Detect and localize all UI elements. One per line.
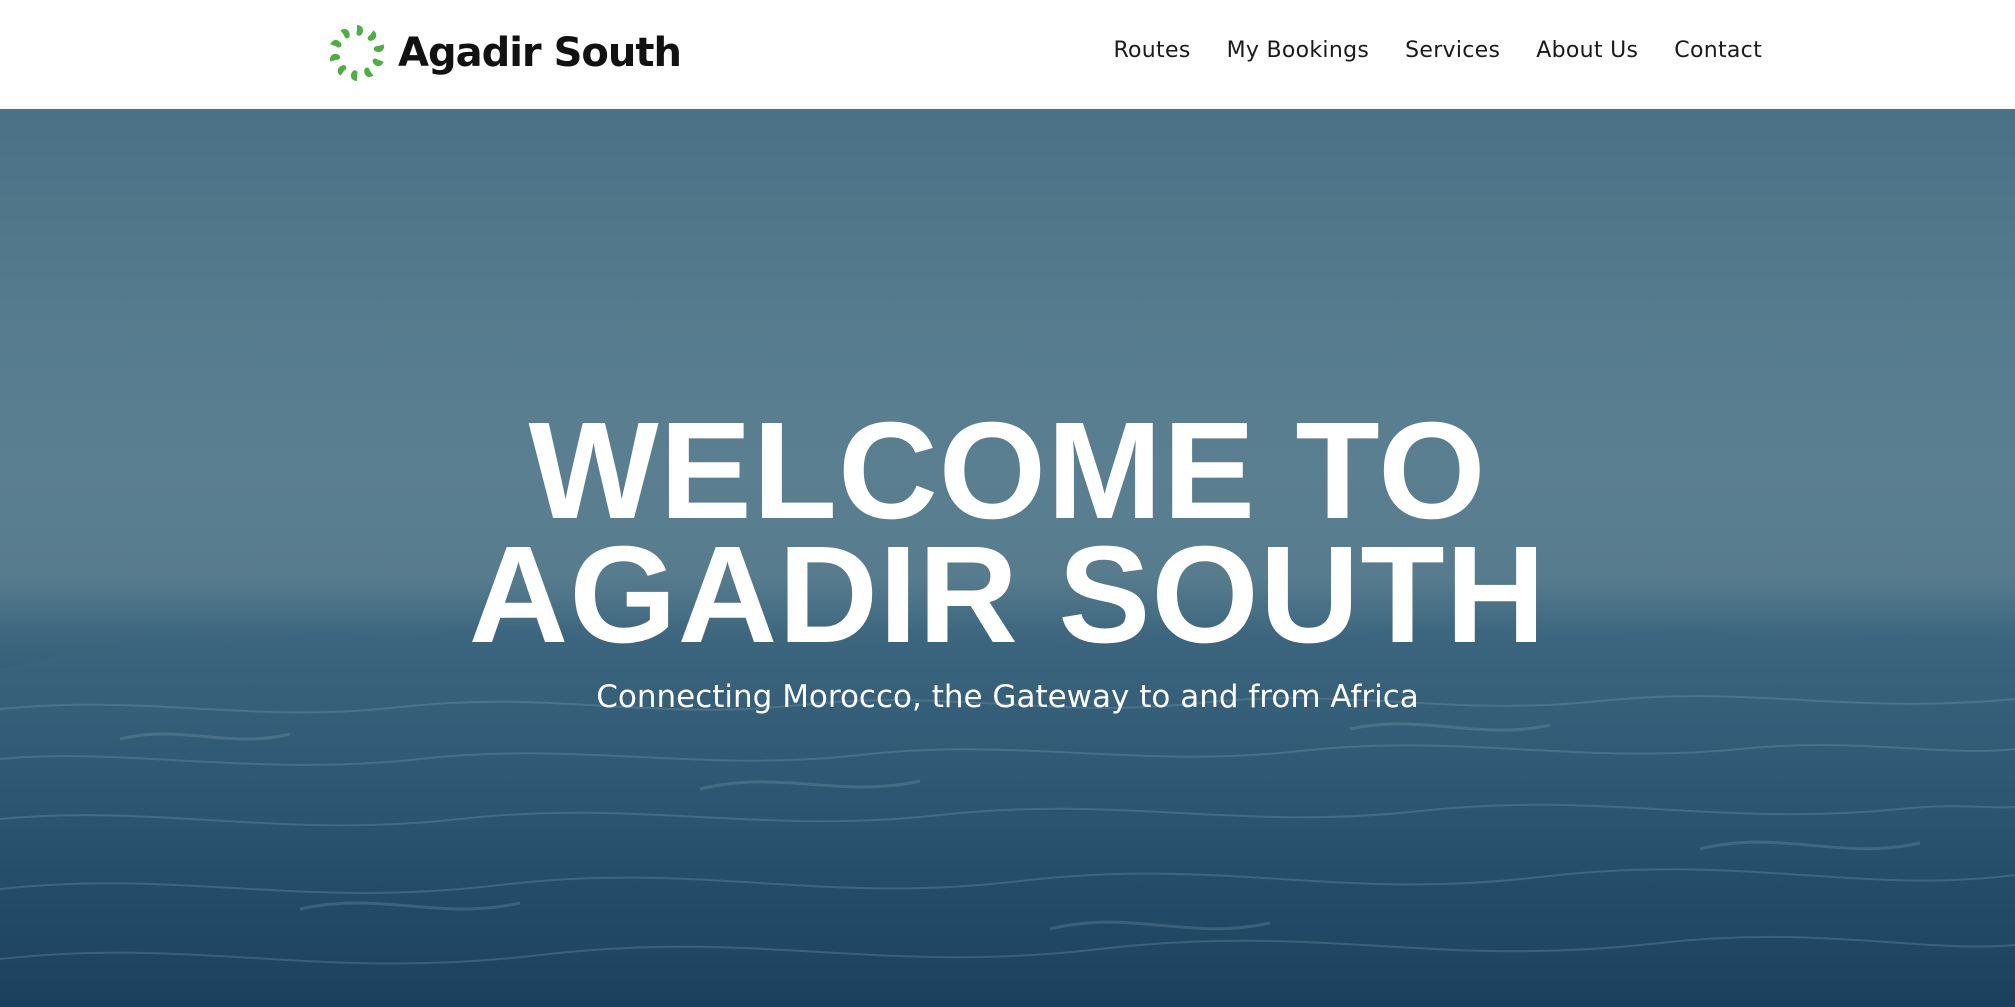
nav-item-routes[interactable]: Routes (1113, 38, 1190, 63)
nav-item-my-bookings[interactable]: My Bookings (1227, 38, 1370, 63)
hero-subtitle: Connecting Morocco, the Gateway to and f… (596, 679, 1419, 715)
hero-content: WELCOME TO AGADIR SOUTH Connecting Moroc… (0, 402, 2015, 715)
nav-item-services[interactable]: Services (1405, 38, 1500, 63)
site-header: Agadir South Routes My Bookings Services… (0, 0, 2015, 109)
brand-logo[interactable]: Agadir South (326, 22, 682, 84)
hero-section: WELCOME TO AGADIR SOUTH Connecting Moroc… (0, 109, 2015, 1007)
brand-name: Agadir South (398, 30, 682, 76)
main-nav: Routes My Bookings Services About Us Con… (1113, 38, 1762, 63)
logo-icon (329, 25, 385, 81)
nav-item-contact[interactable]: Contact (1674, 38, 1762, 63)
hero-title: WELCOME TO AGADIR SOUTH (0, 402, 2015, 664)
hero-title-line-2: AGADIR SOUTH (468, 518, 1547, 672)
nav-item-about-us[interactable]: About Us (1536, 38, 1638, 63)
